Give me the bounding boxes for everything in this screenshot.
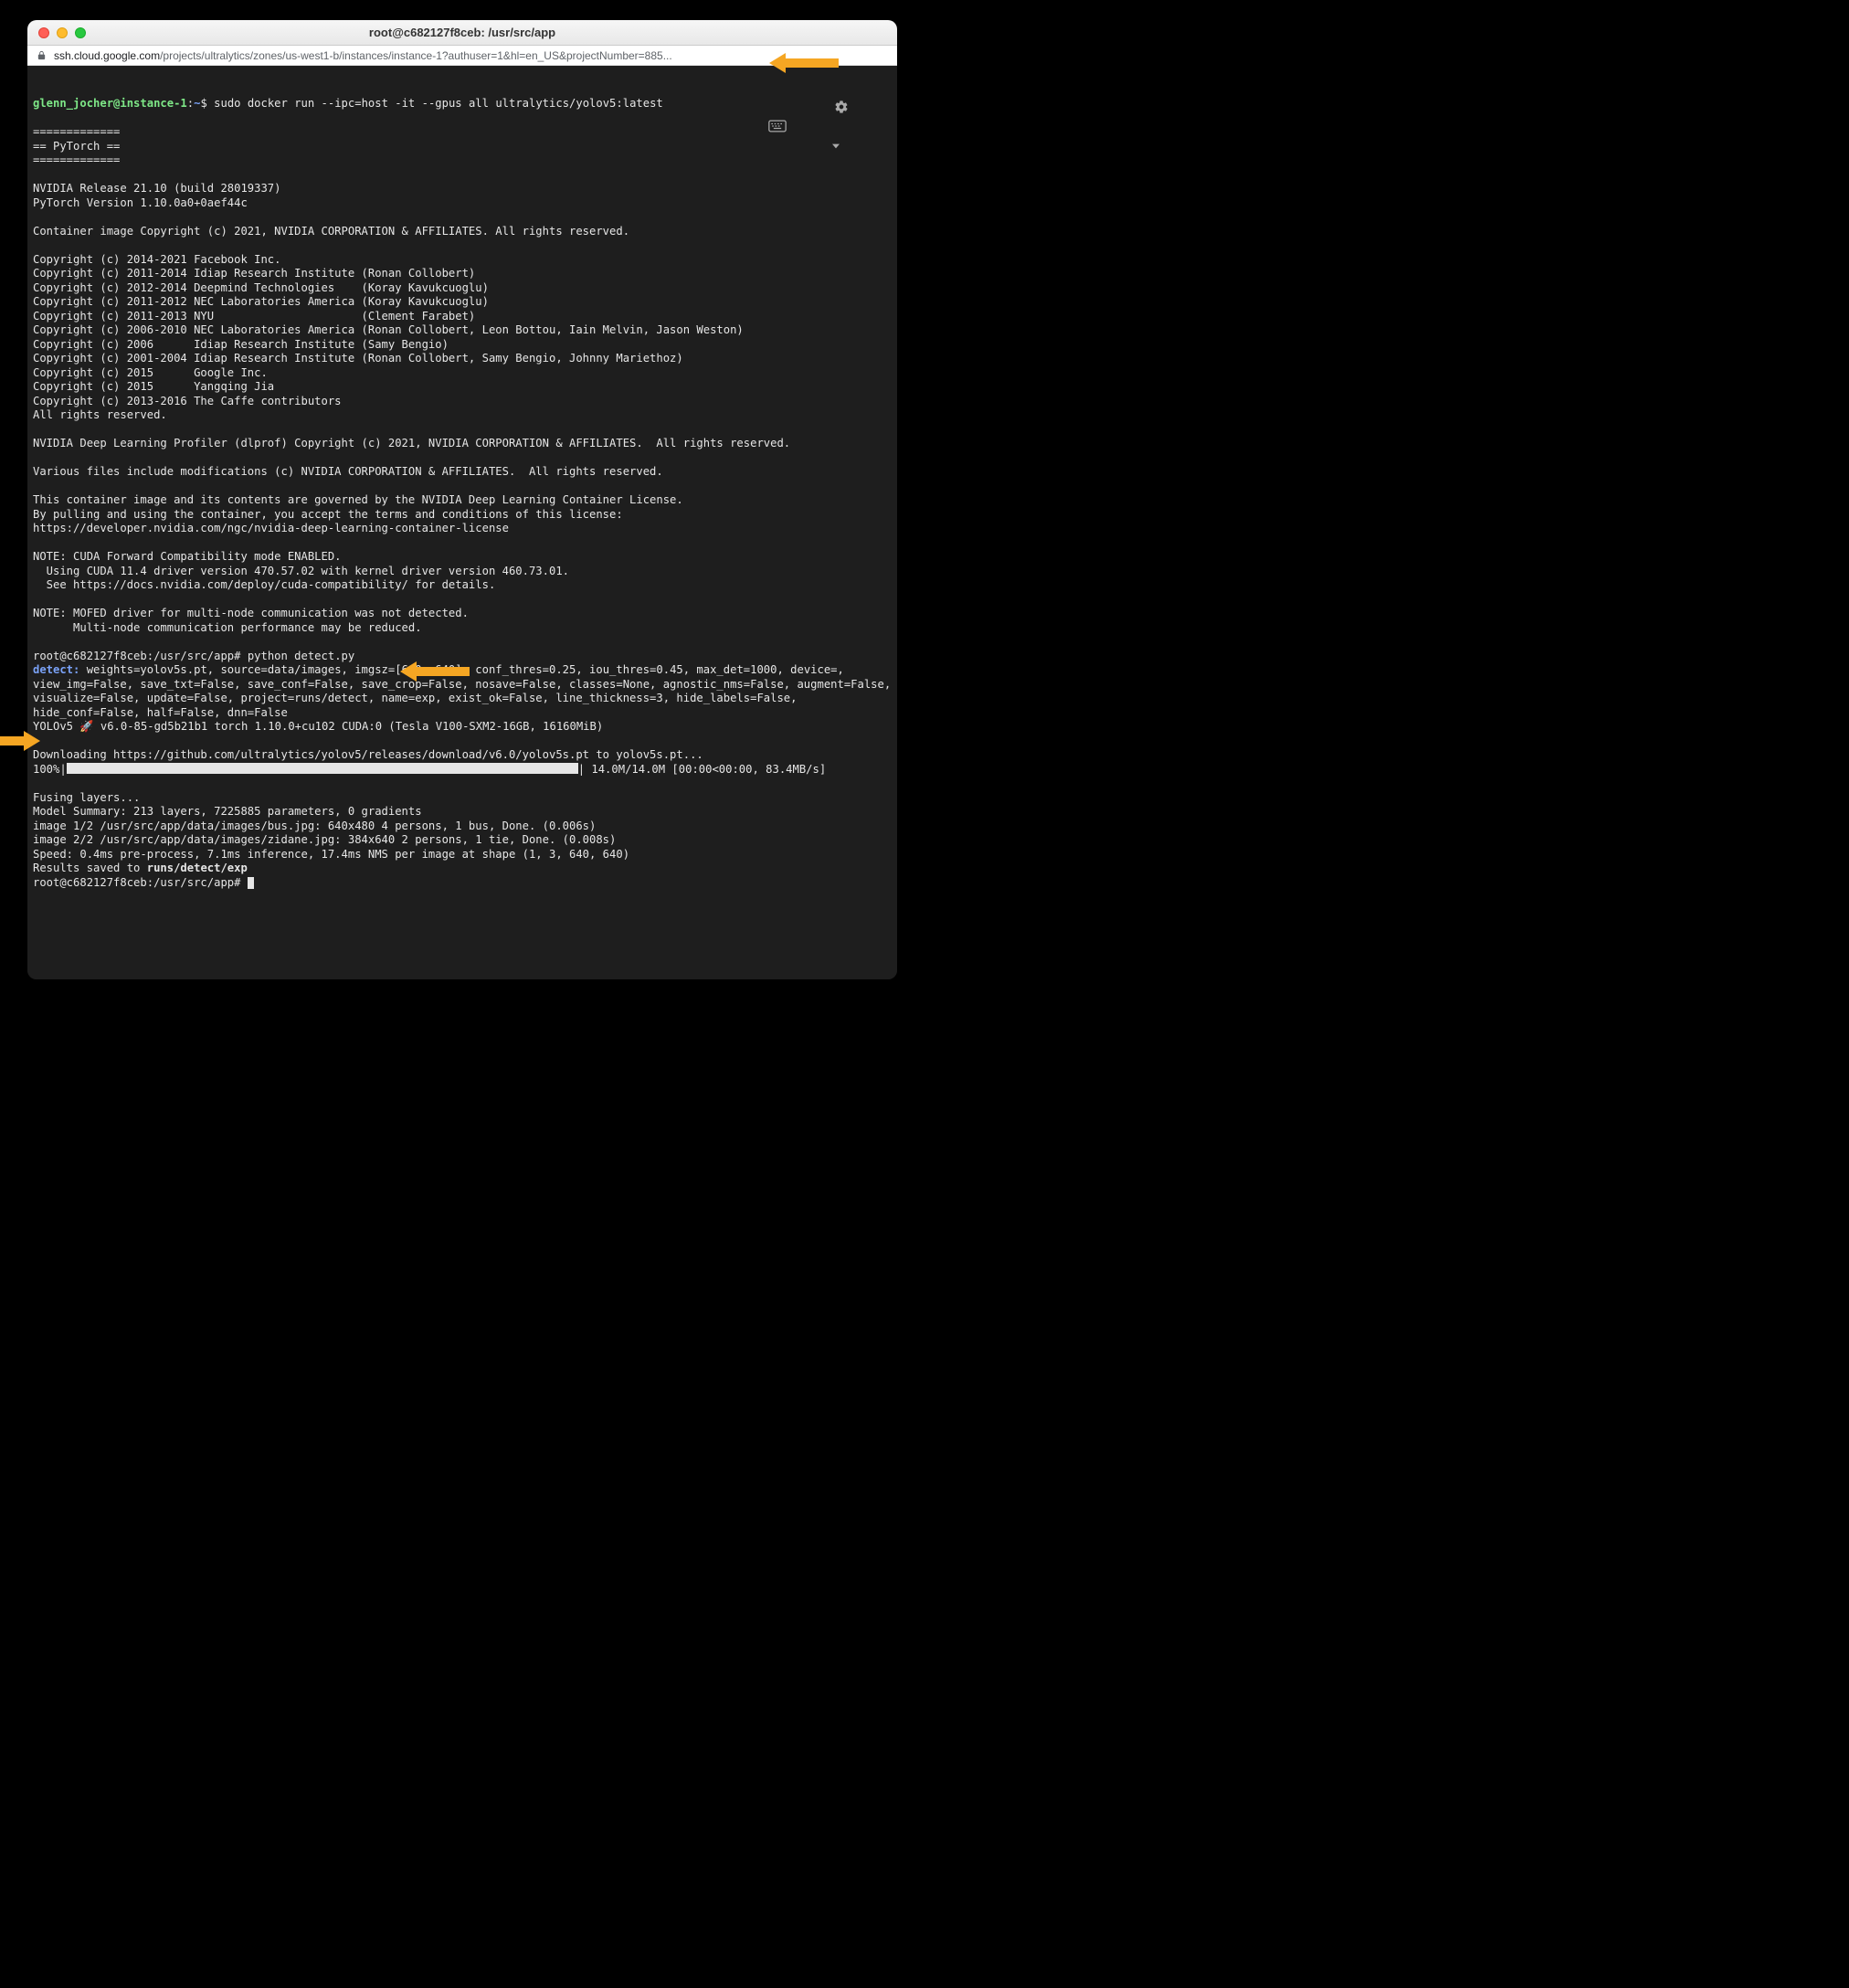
- gear-icon[interactable]: [834, 71, 888, 180]
- keyboard-icon[interactable]: [768, 91, 822, 161]
- progress-bar: [67, 763, 578, 774]
- maximize-window-button[interactable]: [75, 27, 86, 38]
- terminal[interactable]: glenn_jocher@instance-1:~$ sudo docker r…: [27, 66, 897, 979]
- browser-window: root@c682127f8ceb: /usr/src/app ssh.clou…: [27, 20, 897, 979]
- shell-prompt: root@c682127f8ceb:/usr/src/app#: [33, 650, 248, 662]
- docker-run-command: sudo docker run --ipc=host -it --gpus al…: [214, 97, 663, 110]
- python-detect-command: python detect.py: [248, 650, 354, 662]
- titlebar: root@c682127f8ceb: /usr/src/app: [27, 20, 897, 46]
- results-path: runs/detect/exp: [147, 862, 248, 874]
- close-window-button[interactable]: [38, 27, 49, 38]
- prompt-user-host: glenn_jocher@instance-1: [33, 97, 187, 110]
- minimize-window-button[interactable]: [57, 27, 68, 38]
- url-text: ssh.cloud.google.com/projects/ultralytic…: [54, 49, 888, 62]
- lock-icon: [37, 50, 47, 60]
- address-bar[interactable]: ssh.cloud.google.com/projects/ultralytic…: [27, 46, 897, 66]
- detect-label: detect:: [33, 663, 87, 676]
- shell-prompt: root@c682127f8ceb:/usr/src/app#: [33, 876, 248, 889]
- cursor: [248, 877, 254, 889]
- window-controls: [38, 27, 86, 38]
- window-title: root@c682127f8ceb: /usr/src/app: [27, 26, 897, 39]
- yolo-version-line: YOLOv5 🚀 v6.0-85-gd5b21b1 torch 1.10.0+c…: [33, 720, 603, 733]
